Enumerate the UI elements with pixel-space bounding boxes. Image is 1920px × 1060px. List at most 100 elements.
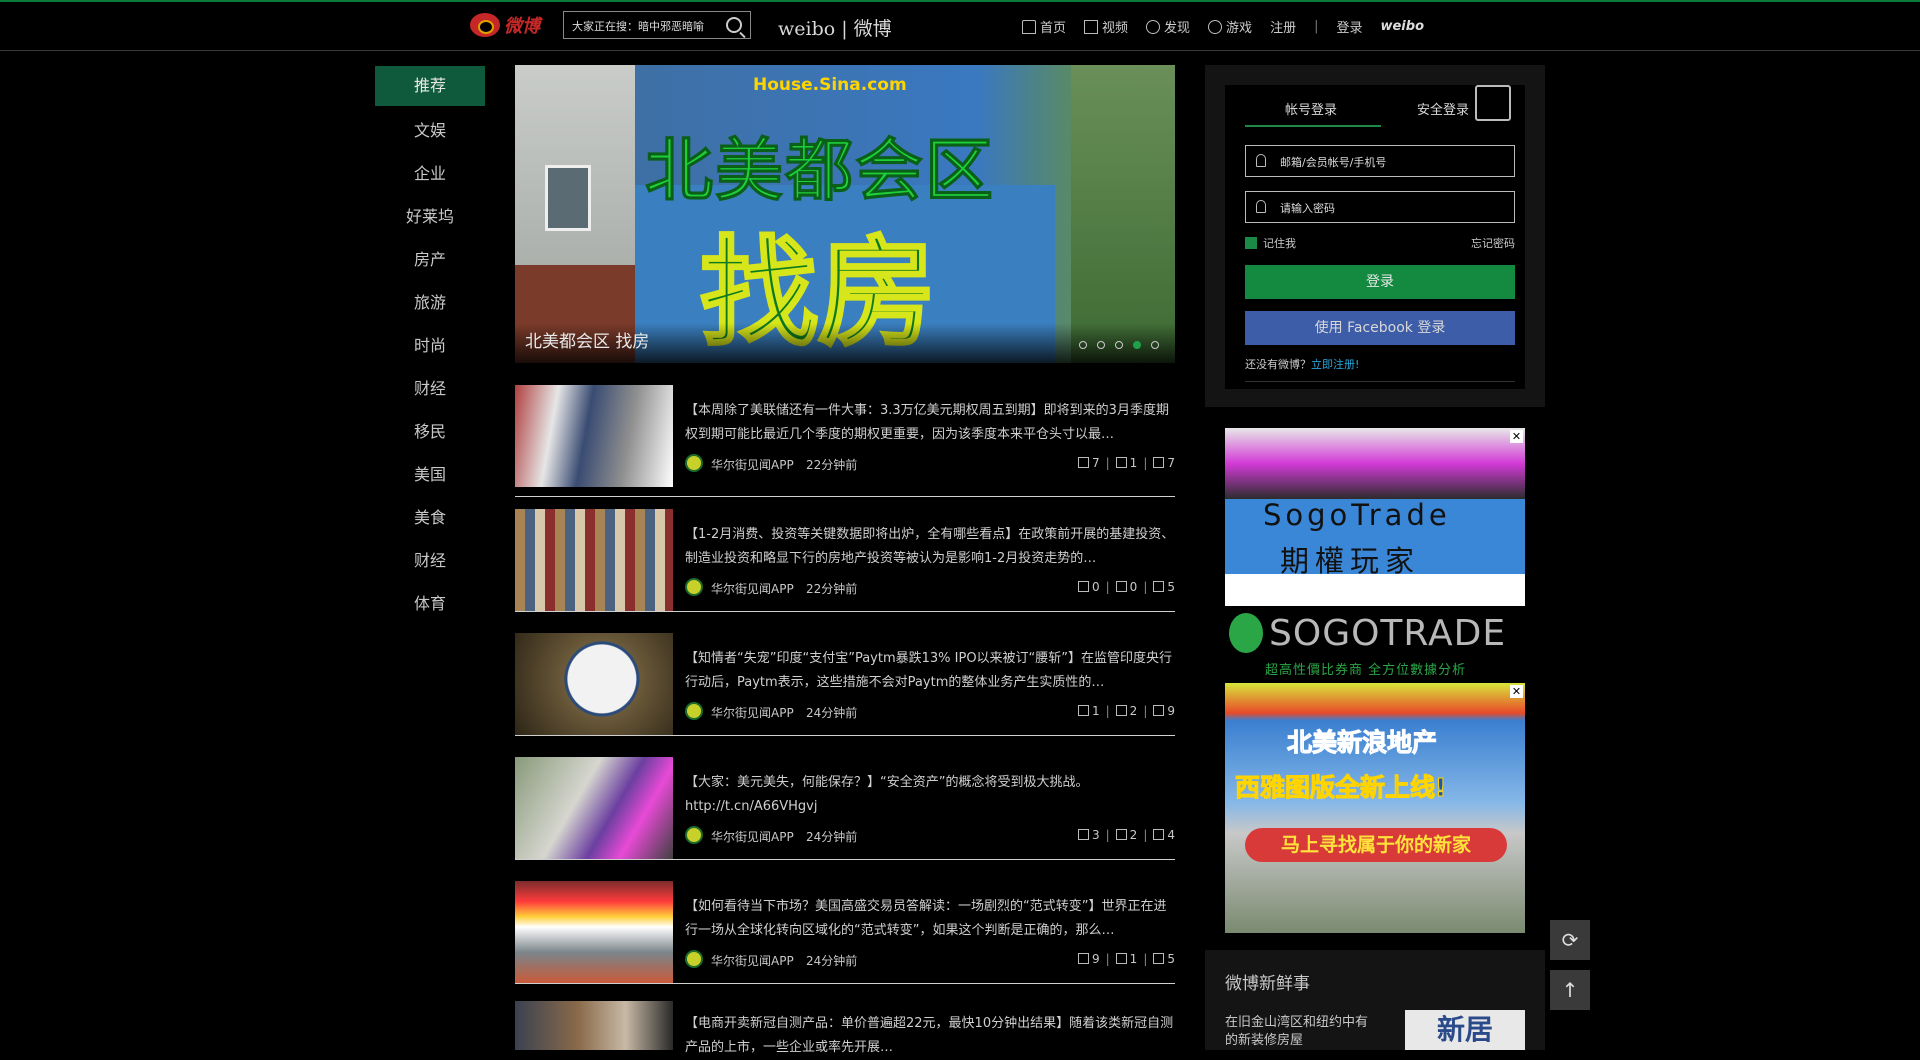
feed-thumbnail[interactable] — [515, 881, 673, 983]
hot-item-image[interactable]: 新居 — [1405, 1010, 1525, 1050]
comment-count[interactable]: 1 — [1115, 456, 1137, 470]
refresh-button[interactable]: ⟳ — [1550, 920, 1590, 960]
repost-count[interactable]: 3 — [1077, 828, 1100, 842]
channel-item[interactable]: 财经 — [375, 367, 485, 410]
tab-account-login[interactable]: 帐号登录 — [1285, 99, 1337, 118]
channel-item[interactable]: 推荐 — [375, 66, 485, 106]
username-input[interactable] — [1278, 151, 1512, 173]
feed-title[interactable]: 【电商开卖新冠自测产品：单价普遍超22元，最快10分钟出结果】随着该类新冠自测产… — [685, 1012, 1175, 1060]
channel-item[interactable]: 旅游 — [375, 281, 485, 324]
register-link[interactable]: 注册 — [1270, 17, 1296, 36]
feed-item[interactable]: 【如何看待当下市场？美国高盛交易员答解读：一场剧烈的“范式转变”】世界正在进行一… — [515, 881, 1175, 984]
sogotrade-banner[interactable]: SOGOTRADE 超高性價比券商 全方位數據分析 — [1225, 609, 1525, 675]
weibo-brand[interactable]: weibo | 微博 — [778, 14, 892, 41]
feed-title[interactable]: 【知情者“失宠”印度“支付宝”Paytm暴跌13% IPO以来被订“腰斩”】在监… — [685, 647, 1175, 695]
sogotrade-ad[interactable]: ✕ SogoTrade 期權玩家 — [1225, 428, 1525, 606]
search-icon[interactable] — [726, 17, 742, 33]
channel-item[interactable]: 美食 — [375, 496, 485, 539]
repost-count[interactable]: 7 — [1077, 456, 1100, 470]
remember-me[interactable]: 记住我 — [1245, 235, 1296, 251]
qr-code-icon[interactable] — [1475, 85, 1511, 121]
feed-item[interactable]: 【知情者“失宠”印度“支付宝”Paytm暴跌13% IPO以来被订“腰斩”】在监… — [515, 633, 1175, 736]
password-field[interactable] — [1245, 191, 1515, 223]
channel-item[interactable]: 移民 — [375, 410, 485, 453]
feed-source[interactable]: 华尔街见闻APP — [711, 952, 794, 969]
search-placeholder[interactable]: 大家正在搜：暗中邪恶暗喻 — [572, 18, 722, 34]
feed-time: 22分钟前 — [806, 582, 858, 596]
carousel-dot[interactable] — [1151, 341, 1159, 349]
feed-thumbnail[interactable] — [515, 757, 673, 859]
nav-video[interactable]: 视频 — [1084, 17, 1128, 36]
feed-title[interactable]: 【1-2月消费、投资等关键数据即将出炉，全有哪些看点】在政策前开展的基建投资、制… — [685, 523, 1175, 571]
channel-item[interactable]: 财经 — [375, 539, 485, 582]
channel-item[interactable]: 好莱坞 — [375, 195, 485, 238]
featured-carousel[interactable]: House.Sina.com 北美都会区 找房 北美都会区 找房 — [515, 65, 1175, 363]
nav-home[interactable]: 首页 — [1022, 17, 1066, 36]
search-box[interactable]: 大家正在搜：暗中邪恶暗喻 — [563, 11, 751, 39]
channel-item[interactable]: 房产 — [375, 238, 485, 281]
register-now-link[interactable]: 立即注册! — [1311, 358, 1359, 371]
username-field[interactable] — [1245, 145, 1515, 177]
repost-count[interactable]: 1 — [1077, 704, 1100, 718]
source-avatar[interactable] — [685, 454, 703, 472]
carousel-dot[interactable] — [1133, 341, 1141, 349]
source-avatar[interactable] — [685, 702, 703, 720]
feed-item[interactable]: 【1-2月消费、投资等关键数据即将出炉，全有哪些看点】在政策前开展的基建投资、制… — [515, 509, 1175, 612]
weibo-logo[interactable]: 微博 — [470, 12, 540, 38]
carousel-dot[interactable] — [1115, 341, 1123, 349]
feed-title[interactable]: 【如何看待当下市场？美国高盛交易员答解读：一场剧烈的“范式转变”】世界正在进行一… — [685, 895, 1175, 943]
remember-checkbox[interactable] — [1245, 237, 1257, 249]
ad-cta-button[interactable]: 马上寻找属于你的新家 — [1245, 828, 1507, 862]
feed-source[interactable]: 华尔街见闻APP — [711, 580, 794, 597]
like-count[interactable]: 5 — [1153, 952, 1175, 966]
like-count[interactable]: 9 — [1153, 704, 1175, 718]
feed-thumbnail[interactable] — [515, 633, 673, 735]
weibo-wordmark[interactable]: weibo — [1380, 19, 1424, 34]
feed-title[interactable]: 【大家：美元美失，何能保存？】“安全资产”的概念将受到极大挑战。 http://… — [685, 771, 1175, 819]
source-avatar[interactable] — [685, 950, 703, 968]
comment-count[interactable]: 2 — [1115, 704, 1137, 718]
comment-icon — [1115, 705, 1127, 716]
sina-realty-ad[interactable]: ✕ 北美新浪地产 西雅图版全新上线! 马上寻找属于你的新家 — [1225, 683, 1525, 933]
feed-source[interactable]: 华尔街见闻APP — [711, 704, 794, 721]
back-to-top-button[interactable]: ↑ — [1550, 970, 1590, 1010]
carousel-caption[interactable]: 北美都会区 找房 — [525, 327, 649, 352]
feed-source[interactable]: 华尔街见闻APP — [711, 456, 794, 473]
comment-count[interactable]: 0 — [1115, 580, 1137, 594]
channel-item[interactable]: 文娱 — [375, 109, 485, 152]
repost-count[interactable]: 9 — [1077, 952, 1100, 966]
channel-item[interactable]: 企业 — [375, 152, 485, 195]
repost-count[interactable]: 0 — [1077, 580, 1100, 594]
login-button[interactable]: 登录 — [1245, 265, 1515, 299]
channel-item[interactable]: 时尚 — [375, 324, 485, 367]
like-count[interactable]: 4 — [1153, 828, 1175, 842]
nav-discover[interactable]: 发现 — [1146, 17, 1190, 36]
like-count[interactable]: 5 — [1153, 580, 1175, 594]
carousel-dot[interactable] — [1097, 341, 1105, 349]
like-count[interactable]: 7 — [1153, 456, 1175, 470]
close-icon[interactable]: ✕ — [1510, 430, 1523, 443]
source-avatar[interactable] — [685, 578, 703, 596]
feed-thumbnail[interactable] — [515, 1001, 673, 1050]
tab-secure-login[interactable]: 安全登录 — [1417, 99, 1469, 118]
channel-item[interactable]: 美国 — [375, 453, 485, 496]
comment-count[interactable]: 2 — [1115, 828, 1137, 842]
close-icon[interactable]: ✕ — [1510, 685, 1523, 698]
hot-item-title[interactable]: 在旧金山湾区和纽约中有的新装修房屋 — [1225, 1014, 1375, 1050]
password-input[interactable] — [1278, 197, 1512, 219]
forgot-password-link[interactable]: 忘记密码 — [1471, 235, 1515, 251]
nav-game[interactable]: 游戏 — [1208, 17, 1252, 36]
feed-source[interactable]: 华尔街见闻APP — [711, 828, 794, 845]
feed-item[interactable]: 【大家：美元美失，何能保存？】“安全资产”的概念将受到极大挑战。 http://… — [515, 757, 1175, 860]
feed-title[interactable]: 【本周除了美联储还有一件大事：3.3万亿美元期权周五到期】即将到来的3月季度期权… — [685, 399, 1175, 447]
feed-thumbnail[interactable] — [515, 385, 673, 487]
feed-thumbnail[interactable] — [515, 509, 673, 611]
carousel-dot[interactable] — [1079, 341, 1087, 349]
login-link[interactable]: 登录 — [1336, 17, 1362, 36]
feed-item[interactable]: 【本周除了美联储还有一件大事：3.3万亿美元期权周五到期】即将到来的3月季度期权… — [515, 385, 1175, 497]
channel-item[interactable]: 体育 — [375, 582, 485, 625]
comment-count[interactable]: 1 — [1115, 952, 1137, 966]
facebook-login-button[interactable]: 使用 Facebook 登录 — [1245, 311, 1515, 345]
source-avatar[interactable] — [685, 826, 703, 844]
refresh-icon: ⟳ — [1561, 928, 1579, 952]
